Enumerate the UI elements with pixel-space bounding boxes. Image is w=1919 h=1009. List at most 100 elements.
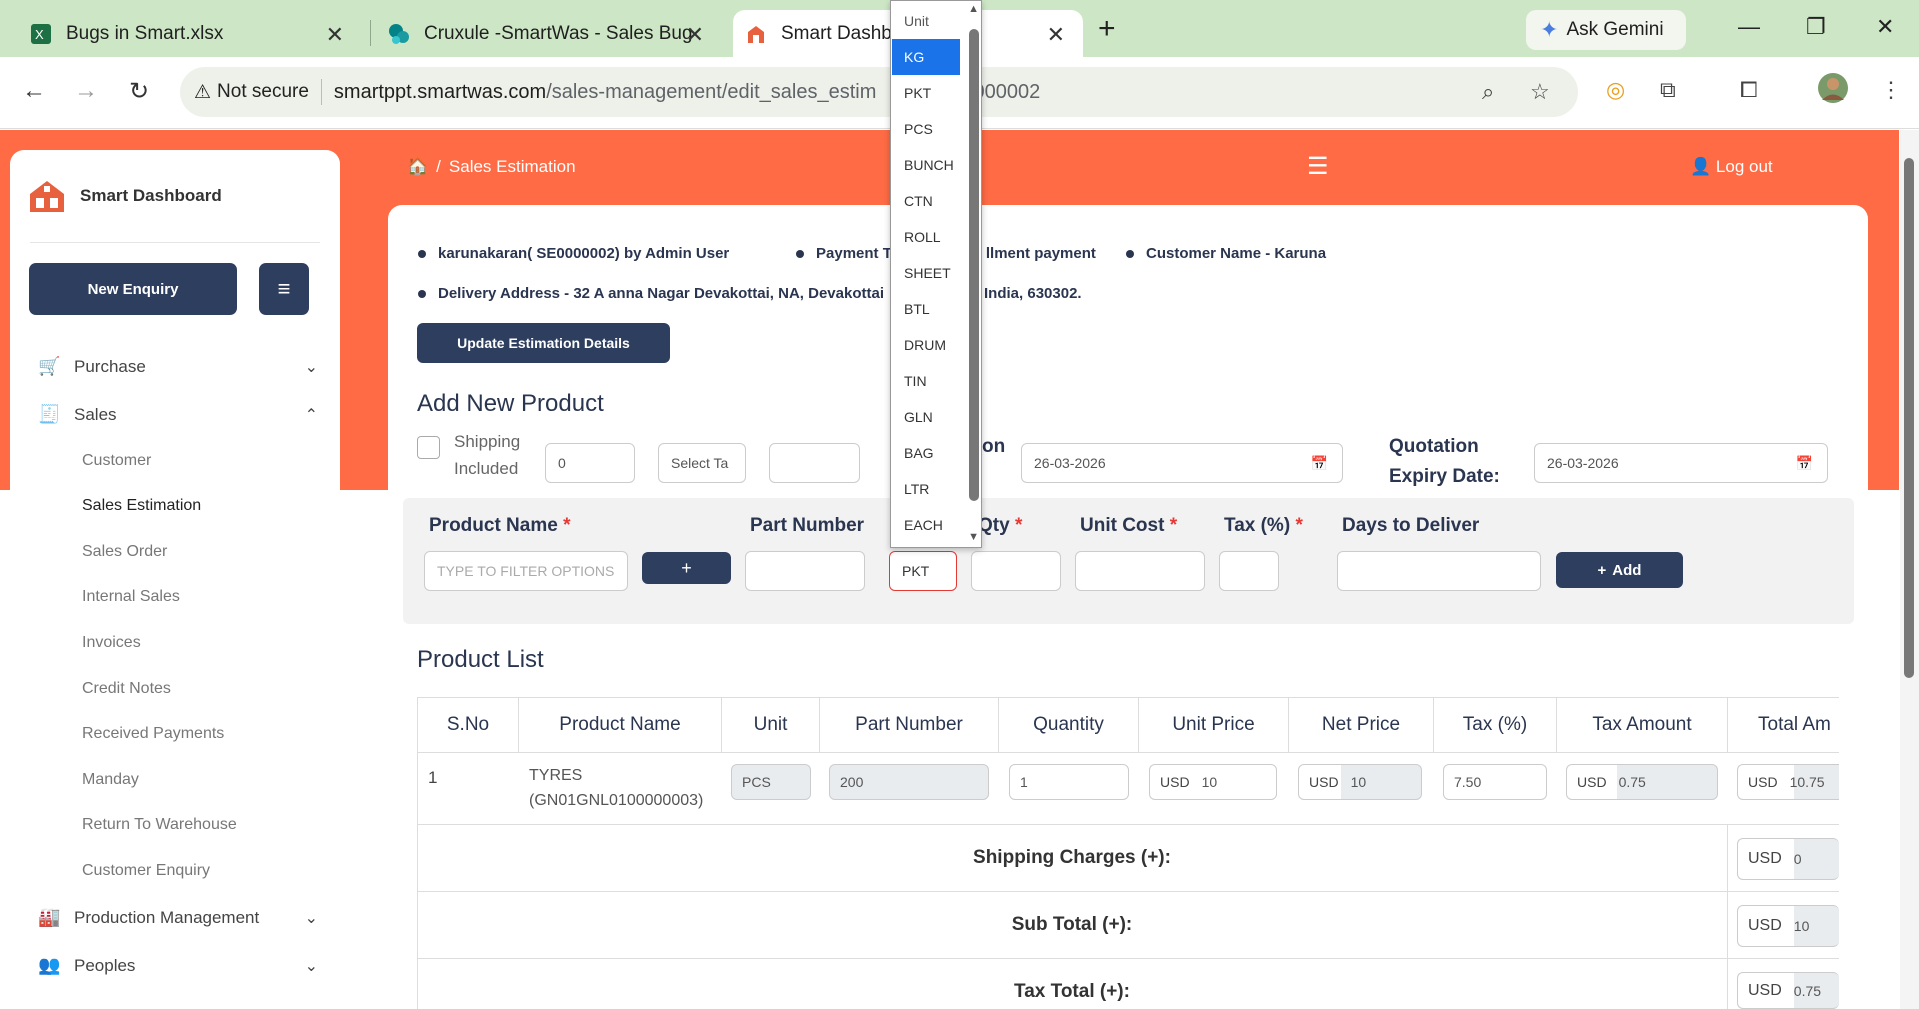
brand[interactable]: Smart Dashboard: [28, 178, 222, 214]
tax-input[interactable]: [1219, 551, 1279, 591]
shipping-charges-label: Shipping Charges (+):: [973, 847, 1171, 868]
sidebar-item-peoples[interactable]: 👥 Peoples ⌄: [38, 955, 318, 977]
avatar[interactable]: [1818, 73, 1848, 109]
extension-speed-icon[interactable]: ◎: [1606, 77, 1625, 103]
row-product-code: (GN01GNL0100000003): [529, 792, 704, 809]
scroll-up-icon[interactable]: ▲: [968, 3, 979, 15]
row-total: USD 10.75: [1737, 764, 1839, 800]
reload-icon[interactable]: ↻: [129, 77, 149, 106]
payment-text-a: Payment T: [816, 245, 892, 262]
estimation-date-input[interactable]: 26-03-2026 📅: [1021, 443, 1343, 483]
chevron-down-icon: ⌄: [304, 910, 318, 927]
sidebar-subitem-customer[interactable]: Customer: [82, 452, 151, 470]
shipping-amount-input[interactable]: 0: [545, 443, 635, 483]
dropdown-option[interactable]: LTR: [892, 471, 960, 507]
zoom-icon[interactable]: ⌕: [1482, 79, 1494, 105]
sidebar-subitem-sales-order[interactable]: Sales Order: [82, 543, 167, 561]
dropdown-option[interactable]: DRUM: [892, 327, 960, 363]
required-mark: *: [1169, 515, 1178, 536]
close-icon[interactable]: ✕: [326, 22, 344, 48]
sidebar-subitem-credit-notes[interactable]: Credit Notes: [82, 680, 171, 698]
page-scrollbar-thumb[interactable]: [1904, 158, 1914, 678]
sidebar: Smart Dashboard New Enquiry ≡ 🛒 Purchase…: [10, 150, 340, 990]
browser-tab-excel[interactable]: X Bugs in Smart.xlsx ✕: [12, 10, 362, 57]
sidebar-subitem-internal-sales[interactable]: Internal Sales: [82, 588, 180, 606]
omnibox[interactable]: ⚠ Not secure smartppt.smartwas.com/sales…: [180, 67, 1578, 117]
bookmark-star-icon[interactable]: ☆: [1530, 79, 1550, 105]
bullet: [1126, 249, 1134, 258]
dropdown-option[interactable]: PKT: [892, 75, 960, 111]
sidebar-item-sales[interactable]: 🧾 Sales ⌃: [38, 404, 318, 426]
estimation-date-value: 26-03-2026: [1034, 455, 1106, 471]
ask-gemini-button[interactable]: ✦ Ask Gemini: [1526, 10, 1686, 50]
dropdown-option[interactable]: EACH: [892, 507, 960, 543]
part-number-input[interactable]: [745, 551, 865, 591]
qty-input[interactable]: [971, 551, 1061, 591]
unit-select[interactable]: PKT: [889, 551, 957, 591]
product-name-input[interactable]: TYPE TO FILTER OPTIONS: [424, 551, 628, 591]
row-part-number: 200: [829, 764, 989, 800]
sidebar-subitem-manday[interactable]: Manday: [82, 771, 139, 789]
delivery-address-info: Delivery Address - 32 A anna Nagar Devak…: [418, 285, 1082, 302]
add-button[interactable]: + Add: [1556, 552, 1683, 588]
not-secure-indicator[interactable]: ⚠ Not secure: [194, 81, 309, 104]
forward-icon[interactable]: →: [74, 77, 98, 105]
blank-input[interactable]: [769, 443, 860, 483]
shipping-included-checkbox[interactable]: [417, 436, 440, 459]
dropdown-option[interactable]: ROLL: [892, 219, 960, 255]
row-product-name: TYRES: [529, 767, 583, 784]
tax-label: Tax (%) *: [1224, 515, 1303, 537]
sidebar-subitem-invoices[interactable]: Invoices: [82, 634, 141, 652]
dropdown-option[interactable]: SHEET: [892, 255, 960, 291]
new-tab-icon[interactable]: +: [1098, 12, 1116, 46]
browser-menu-icon[interactable]: ⋮: [1880, 77, 1902, 103]
breadcrumb-current: Sales Estimation: [448, 157, 576, 176]
dropdown-option[interactable]: CTN: [892, 183, 960, 219]
unit-dropdown-list[interactable]: Unit KG PKT PCS BUNCH CTN ROLL SHEET BTL…: [890, 0, 982, 548]
dropdown-scrollbar-thumb[interactable]: [969, 29, 979, 501]
new-enquiry-button[interactable]: New Enquiry: [29, 263, 237, 315]
dropdown-option-unit[interactable]: Unit: [892, 3, 960, 39]
dropdown-option[interactable]: KG: [892, 39, 960, 75]
dropdown-option[interactable]: PCS: [892, 111, 960, 147]
tax-select[interactable]: Select Ta: [658, 443, 746, 483]
home-icon[interactable]: 🏠: [407, 157, 428, 177]
close-icon[interactable]: ✕: [686, 22, 704, 48]
dropdown-option[interactable]: BAG: [892, 435, 960, 471]
dropdown-option[interactable]: GLN: [892, 399, 960, 435]
breadcrumb-separator: /: [436, 157, 441, 176]
sidebar-subitem-return-to-warehouse[interactable]: Return To Warehouse: [82, 816, 237, 834]
dropdown-option[interactable]: BTL: [892, 291, 960, 327]
close-icon[interactable]: ✕: [1047, 22, 1065, 48]
days-to-deliver-input[interactable]: [1337, 551, 1541, 591]
row-quantity-input[interactable]: 1: [1009, 764, 1129, 800]
sidebar-subitem-customer-enquiry[interactable]: Customer Enquiry: [82, 862, 210, 880]
unit-cost-input[interactable]: [1075, 551, 1205, 591]
update-estimation-button[interactable]: Update Estimation Details: [417, 323, 670, 363]
menu-icon: ≡: [277, 276, 291, 301]
minimize-icon[interactable]: —: [1738, 14, 1760, 40]
total-value: 10.75: [1789, 774, 1825, 790]
sidebar-item-purchase[interactable]: 🛒 Purchase ⌄: [38, 356, 318, 378]
add-product-plus-button[interactable]: +: [642, 552, 731, 584]
extensions-puzzle-icon[interactable]: ⧉: [1660, 77, 1676, 103]
browser-tab-cruxule[interactable]: Cruxule -SmartWas - Sales Bug ✕: [372, 10, 722, 57]
sidebar-subitem-received-payments[interactable]: Received Payments: [82, 725, 224, 743]
row-unit-price-input[interactable]: USD 10: [1149, 764, 1277, 800]
column-header: Quantity: [998, 697, 1139, 753]
sidebar-item-label: Production Management: [74, 908, 260, 927]
cast-search-icon[interactable]: ⧠: [1740, 77, 1758, 103]
logout-button[interactable]: 👤 Log out: [1690, 157, 1773, 177]
row-tax-input[interactable]: 7.50: [1443, 764, 1547, 800]
sidebar-subitem-sales-estimation[interactable]: Sales Estimation: [82, 497, 201, 515]
hamburger-menu-icon[interactable]: ☰: [1307, 152, 1329, 181]
sidebar-menu-button[interactable]: ≡: [259, 263, 309, 315]
sidebar-item-production-management[interactable]: 🏭 Production Management ⌄: [38, 907, 318, 929]
dropdown-option[interactable]: BUNCH: [892, 147, 960, 183]
back-icon[interactable]: ←: [22, 77, 46, 105]
expiry-date-input[interactable]: 26-03-2026 📅: [1534, 443, 1828, 483]
dropdown-option[interactable]: TIN: [892, 363, 960, 399]
window-close-icon[interactable]: ✕: [1876, 14, 1894, 40]
scroll-down-icon[interactable]: ▼: [968, 531, 979, 543]
restore-icon[interactable]: ❐: [1806, 14, 1826, 40]
